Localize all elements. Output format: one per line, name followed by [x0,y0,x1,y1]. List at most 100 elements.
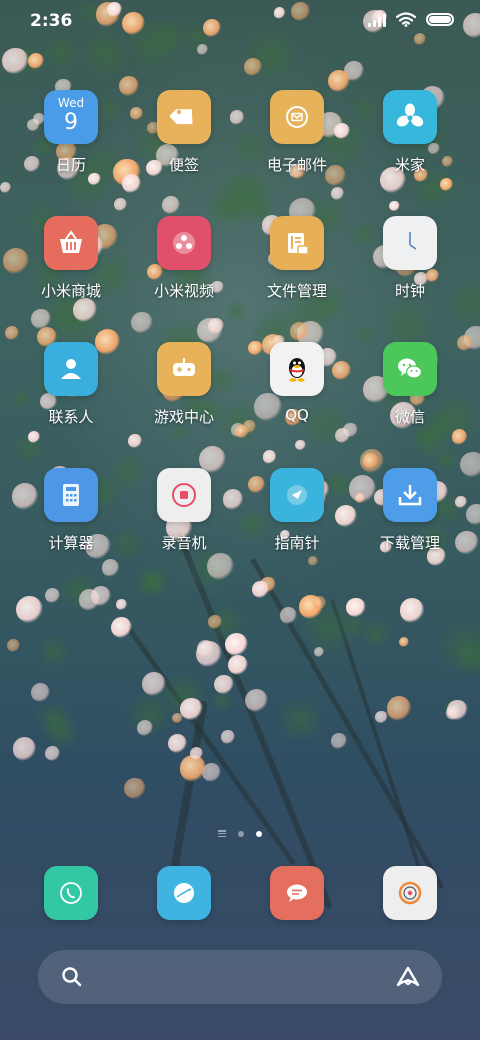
wallpaper-blossom [460,451,480,478]
app-mijia[interactable]: 米家 [360,90,460,175]
wallpaper-leaf [413,424,437,448]
wallpaper-blossom [234,424,249,439]
browser-icon[interactable] [157,866,211,920]
app-label: 小米商城 [40,282,101,300]
wallpaper-blossom [260,576,277,593]
wallpaper-blossom [439,177,453,192]
app-label: 日历 [55,156,86,174]
assistant-icon[interactable] [394,964,422,990]
wallpaper-blossom [31,683,51,703]
wallpaper-blossom [101,559,120,577]
app-email[interactable]: 电子邮件 [247,90,347,175]
app-label: 小米视频 [153,282,214,300]
app-contacts[interactable]: 联系人 [21,342,121,427]
app-label: 游戏中心 [153,408,214,426]
app-label: 时钟 [394,282,425,300]
shopping-basket-icon [44,216,98,270]
app-qq[interactable]: QQ [247,342,347,424]
app-calculator[interactable]: 计算器 [21,468,121,553]
wallpaper-blossom [245,688,269,712]
wallpaper-blossom [137,719,154,736]
wallpaper-leaf [58,571,98,610]
wallpaper-blossom [167,734,188,754]
wallpaper-blossom [389,201,400,212]
app-file-manager[interactable]: 文件管理 [247,216,347,301]
wallpaper-blossom [312,596,326,610]
wallpaper-leaf [12,43,47,77]
app-recorder[interactable]: 录音机 [134,468,234,553]
app-label: 电子邮件 [266,156,327,174]
page-dot-active[interactable] [256,830,262,837]
wallpaper-blossom [207,552,235,580]
wallpaper-blossom [307,556,318,567]
calendar-icon: Wed 9 [44,90,98,144]
wifi-icon [396,12,416,27]
app-wechat[interactable]: 微信 [360,342,460,427]
wallpaper-blossom [346,597,366,618]
wallpaper-blossom [313,646,325,657]
wallpaper-blossom [161,196,180,215]
wallpaper-branch [120,617,297,866]
wallpaper-leaf [206,603,247,644]
mijia-fan-icon [383,90,437,144]
wallpaper-blossom [124,777,146,800]
search-bar[interactable] [38,950,442,1004]
wallpaper-blossom [343,423,358,438]
wallpaper-blossom [208,318,224,334]
wallpaper-blossom [362,453,379,469]
wallpaper-leaf [36,634,71,669]
wallpaper-branch [250,557,445,890]
music-icon[interactable] [383,866,437,920]
wallpaper-blossom [221,730,235,744]
wallpaper-blossom [128,434,143,449]
wallpaper-blossom [197,640,214,658]
wallpaper-leaf [435,619,480,679]
page-indicator[interactable] [0,830,480,837]
wallpaper-blossom [179,755,207,782]
wallpaper-blossom [31,309,51,329]
app-label: 文件管理 [266,282,327,300]
wallpaper-blossom [0,181,12,193]
wallpaper-blossom [447,699,469,721]
app-calendar[interactable]: Wed 9 日历 [21,90,121,175]
wallpaper-leaf [441,698,464,721]
app-downloads[interactable]: 下载管理 [360,468,460,553]
wallpaper-blossom [227,654,248,675]
calendar-weekday: Wed [57,96,85,110]
phone-icon[interactable] [44,866,98,920]
app-clock[interactable]: 时钟 [360,216,460,301]
wallpaper-blossom [27,53,44,70]
recorder-icon [157,468,211,522]
wallpaper-blossom [331,733,347,749]
wallpaper-branch [170,517,333,910]
wallpaper-leaf [298,597,359,657]
app-label: 联系人 [48,408,94,426]
wallpaper-blossom [196,43,209,56]
wallpaper-blossom [244,57,263,76]
wallpaper-blossom [28,431,41,444]
file-manager-icon [270,216,324,270]
app-mi-video[interactable]: 小米视频 [134,216,234,301]
wallpaper-leaf [13,432,47,465]
wallpaper-blossom [331,187,345,201]
battery-icon [426,13,454,26]
wallpaper-blossom [195,641,223,668]
wallpaper-blossom [12,737,37,761]
download-icon [383,468,437,522]
status-icons [368,12,454,27]
app-compass[interactable]: 指南针 [247,468,347,553]
wallpaper-blossom [78,589,101,611]
status-bar: 2:36 [0,0,480,42]
page-dot-minus-one[interactable] [218,830,226,837]
app-game-center[interactable]: 游戏中心 [134,342,234,427]
messages-icon[interactable] [270,866,324,920]
app-mi-store[interactable]: 小米商城 [21,216,121,301]
search-icon [62,967,82,987]
wallpaper-blossom [214,674,235,695]
wallpaper-leaf [139,569,169,599]
wallpaper-blossom [45,588,61,604]
app-notes[interactable]: 便签 [134,90,234,175]
page-dot[interactable] [238,830,244,837]
wallpaper-branch [330,598,427,886]
wallpaper-leaf [360,618,392,649]
